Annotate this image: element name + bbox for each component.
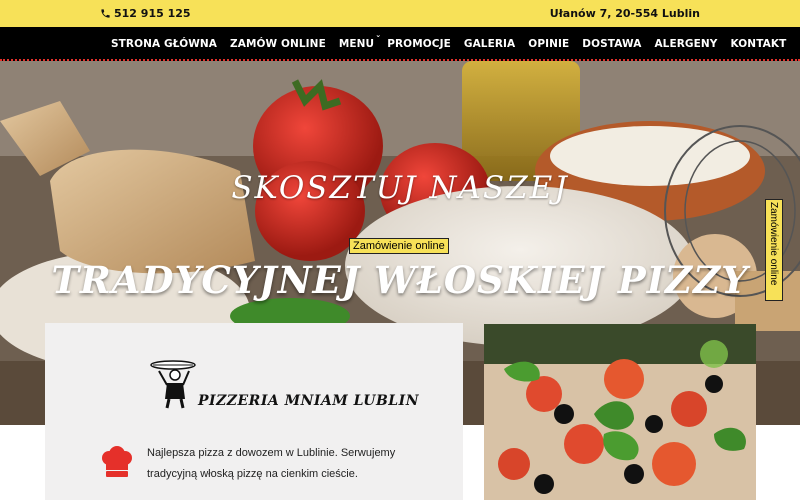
nav-item-delivery[interactable]: DOSTAWA — [582, 38, 641, 50]
order-online-button[interactable]: Zamówienie online — [349, 238, 449, 254]
chef-hat-icon — [102, 446, 132, 477]
hero-headline-main: TRADYCYJNEJ WŁOSKIEJ PIZZY — [51, 258, 749, 302]
top-bar: 512 915 125 Ułanów 7, 20-554 Lublin — [0, 0, 800, 27]
hero-headline-top: SKOSZTUJ NASZEJ — [231, 170, 569, 206]
logo-text: PIZZERIA MNIAM LUBLIN — [198, 393, 419, 409]
pizzeria-logo-icon — [150, 360, 196, 409]
nav-item-contact[interactable]: KONTAKT — [731, 38, 787, 50]
pizzeria-description: Najlepsza pizza z dowozem w Lublinie. Se… — [147, 447, 396, 480]
nav-item-home[interactable]: STRONA GŁÓWNA — [111, 38, 217, 50]
nav-item-menu-label: MENU — [338, 38, 375, 50]
nav-item-menu[interactable]: MENU ⌄ — [338, 31, 381, 50]
nav-item-gallery[interactable]: GALERIA — [464, 38, 515, 50]
pizza-photo — [484, 324, 756, 500]
phone-number: 512 915 125 — [114, 7, 191, 20]
pizza-image — [484, 324, 756, 500]
phone-contact[interactable]: 512 915 125 — [100, 7, 191, 20]
nav-item-reviews[interactable]: OPINIE — [528, 38, 569, 50]
nav-item-order-online[interactable]: ZAMÓW ONLINE — [230, 38, 326, 50]
main-navigation: STRONA GŁÓWNA ZAMÓW ONLINE MENU ⌄ PROMOCJ… — [0, 27, 800, 61]
phone-icon — [101, 9, 110, 18]
nav-item-allergens[interactable]: ALERGENY — [654, 38, 717, 50]
nav-item-promotions[interactable]: PROMOCJE — [387, 38, 451, 50]
chevron-down-icon: ⌄ — [375, 31, 382, 39]
address-text: Ułanów 7, 20-554 Lublin — [549, 7, 700, 20]
side-order-online-tab[interactable]: Zamówienie online — [765, 199, 783, 301]
side-order-online-label: Zamówienie online — [768, 202, 779, 286]
